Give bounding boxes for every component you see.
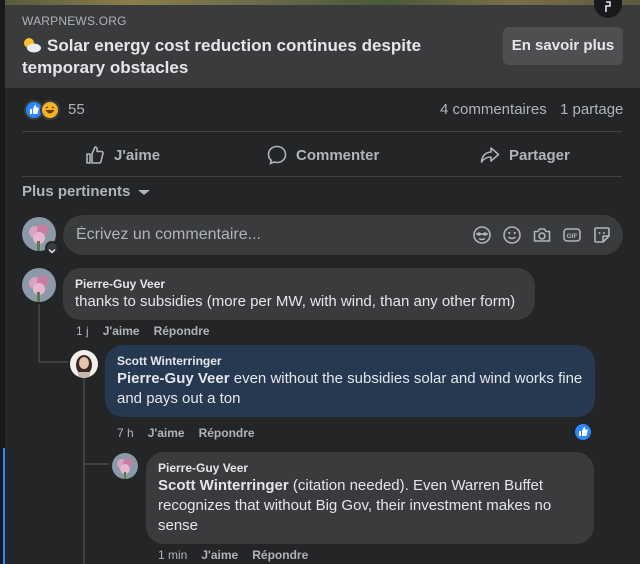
commenter-avatar[interactable] [22,268,56,302]
comment-text-container: Scott Winterringer (citation needed). Ev… [158,476,582,536]
emoji-icon[interactable] [502,225,522,245]
comment-author[interactable]: Pierre-Guy Veer [158,460,582,476]
sticker-icon[interactable] [592,225,612,245]
comment-button[interactable]: Commenter [266,140,379,170]
thread-connector [83,377,85,564]
comment-time[interactable]: 1 min [158,548,187,562]
camera-icon[interactable] [532,225,552,245]
share-label: Partager [509,146,570,164]
share-arrow-icon [480,147,500,163]
comment-like-reaction-icon[interactable] [573,422,593,442]
comment-reply-link[interactable]: Répondre [154,324,210,338]
comment-sort-dropdown[interactable]: Plus pertinents [22,183,154,200]
share-button[interactable]: Partager [479,140,570,170]
account-switch-icon[interactable] [45,241,59,255]
link-headline[interactable]: Solar energy cost reduction continues de… [22,35,452,79]
link-domain: WARPNEWS.ORG [22,14,127,28]
scroll-accent [3,448,5,564]
comment-bubble: Scott Winterringer Pierre-Guy Veer even … [105,345,595,417]
commenter-avatar[interactable] [112,453,138,479]
comment-author[interactable]: Scott Winterringer [117,353,583,369]
reaction-stats: 55 4 commentaires 1 partage [22,98,624,122]
like-button[interactable]: J'aime [84,140,160,170]
learn-more-button[interactable]: En savoir plus [503,27,623,65]
svg-text:GIF: GIF [567,233,578,240]
link-headline-text: Solar energy cost reduction continues de… [22,36,422,77]
divider [22,131,622,132]
commenter-avatar[interactable] [70,350,98,378]
comment-meta: 1 min J'aime Répondre [158,548,308,562]
divider [22,176,622,177]
thumbs-up-icon [86,146,104,164]
like-label: J'aime [114,146,161,164]
gif-icon[interactable]: GIF [562,225,582,245]
comment-time[interactable]: 7 h [117,426,134,440]
haha-reaction-icon[interactable] [40,100,60,120]
thread-connector [83,463,109,465]
sun-behind-cloud-icon [22,37,42,53]
comment-meta: 1 j J'aime Répondre [76,324,210,338]
comment-bubble-icon [267,145,287,165]
sort-label: Plus pertinents [22,183,131,200]
thread-connector [38,304,40,362]
comment-like-link[interactable]: J'aime [103,324,140,338]
avatar-sticker-icon[interactable] [472,225,492,245]
comment-input[interactable] [63,215,463,255]
comment-bubble: Pierre-Guy Veer Scott Winterringer (cita… [146,452,594,544]
shares-count[interactable]: 1 partage [560,101,623,118]
comment-text: thanks to subsidies (more per MW, with w… [75,293,516,310]
comment-time[interactable]: 1 j [76,324,89,338]
comment-meta: 7 h J'aime Répondre [117,426,255,440]
comment-reply-link[interactable]: Répondre [252,548,308,562]
comment-composer[interactable]: GIF [63,215,623,255]
comment-bubble: Pierre-Guy Veer thanks to subsidies (mor… [63,268,535,320]
comment-like-link[interactable]: J'aime [148,426,185,440]
comment-label: Commenter [296,146,380,164]
comment-reply-link[interactable]: Répondre [199,426,255,440]
comments-count[interactable]: 4 commentaires [440,101,547,118]
link-preview-image[interactable] [5,0,640,5]
comment-mention[interactable]: Scott Winterringer [158,477,289,494]
reaction-count[interactable]: 55 [68,101,85,118]
comment-like-link[interactable]: J'aime [201,548,238,562]
caret-down-icon [138,189,151,195]
comment-mention[interactable]: Pierre-Guy Veer [117,370,230,387]
comment-text-container: Pierre-Guy Veer even without the subsidi… [117,369,583,409]
thread-connector [38,361,68,363]
comment-author[interactable]: Pierre-Guy Veer [75,276,523,292]
